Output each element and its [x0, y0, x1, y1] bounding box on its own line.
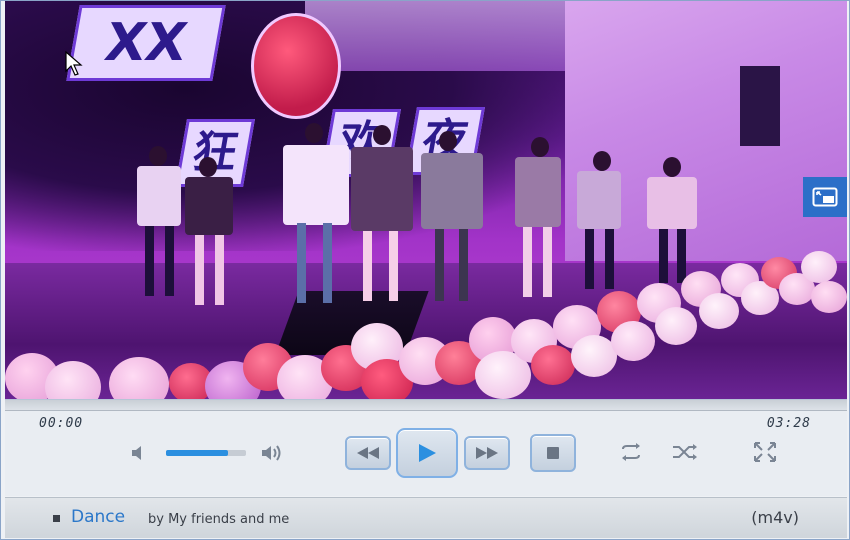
volume-high-icon[interactable]	[259, 442, 289, 464]
control-bar: 00:00 03:28	[5, 399, 847, 496]
current-time: 00:00	[39, 416, 84, 431]
shuffle-button[interactable]	[671, 440, 699, 464]
volume-low-icon[interactable]	[129, 442, 151, 464]
media-player-window: XX 狂 欢 夜	[0, 0, 850, 540]
volume-slider[interactable]	[166, 450, 246, 456]
fast-forward-icon	[476, 447, 498, 459]
repeat-icon	[622, 443, 640, 461]
volume-slider-fill	[166, 450, 229, 456]
banner-sign: XX	[66, 5, 226, 81]
fast-forward-button[interactable]	[464, 436, 510, 470]
track-title-link[interactable]: Dance	[71, 507, 125, 527]
rewind-icon	[357, 447, 379, 459]
stop-icon	[547, 447, 559, 459]
track-format: (m4v)	[751, 508, 799, 527]
stop-button[interactable]	[530, 434, 576, 472]
shuffle-icon	[673, 444, 697, 460]
picture-in-picture-icon	[812, 187, 838, 207]
seek-bar[interactable]	[5, 400, 847, 411]
track-artist: by My friends and me	[148, 512, 290, 527]
repeat-button[interactable]	[617, 440, 645, 464]
fullscreen-button[interactable]	[751, 440, 779, 464]
wall-speaker	[740, 66, 780, 146]
track-bullet	[53, 515, 60, 522]
rewind-button[interactable]	[345, 436, 391, 470]
video-frame[interactable]: XX 狂 欢 夜	[5, 1, 847, 399]
track-info-bar: Dance by My friends and me (m4v)	[5, 497, 847, 538]
mouse-cursor-icon	[65, 51, 83, 76]
total-time: 03:28	[766, 416, 811, 431]
fullscreen-icon	[754, 442, 776, 462]
picture-in-picture-button[interactable]	[803, 177, 847, 217]
red-balloon-large	[251, 13, 341, 119]
play-icon	[419, 444, 436, 462]
play-button[interactable]	[396, 428, 458, 478]
